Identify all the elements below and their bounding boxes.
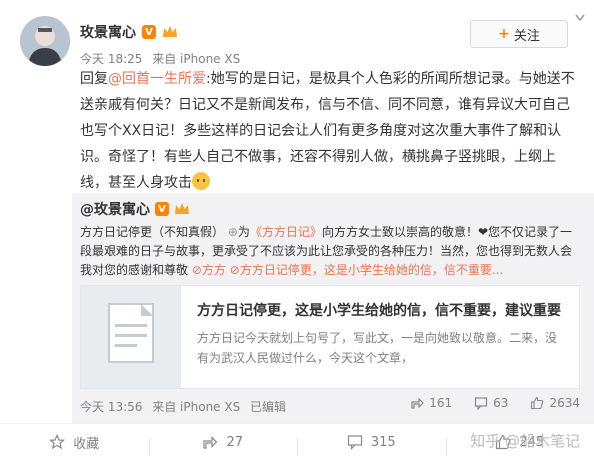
article-thumbnail (81, 286, 181, 388)
edited-label[interactable]: 已编辑 (250, 400, 286, 414)
emoji-icon (192, 172, 210, 190)
comment-icon (474, 396, 488, 410)
repost-block: @玫景寓心 V 方方日记停更（不知真假） ⊕为《方方日记》向方方女士致以崇高的敬… (72, 193, 594, 423)
username[interactable]: 玫景寓心 (80, 22, 136, 42)
repost-text-part: 方方日记停更（不知真假） (80, 225, 225, 239)
chevron-down-icon[interactable] (575, 14, 585, 22)
post-author[interactable]: 玫景寓心 V (80, 22, 178, 42)
follow-button[interactable]: + 关注 (470, 20, 568, 48)
post-meta: 今天 18:25 来自 iPhone XS (80, 50, 240, 67)
share-icon (410, 396, 425, 410)
post-body: :她写的是日记，是极具个人色彩的所闻所想记录。与她送不送亲戚有何关？日记又不是新… (80, 71, 575, 191)
repost-username[interactable]: @玫景寓心 (80, 199, 150, 219)
reply-prefix: 回复 (80, 71, 108, 87)
article-description: 方方日记今天就划上句号了，写此文，一是向她致以敬意。二来，没有为武汉人民做过什么… (197, 331, 558, 365)
article-card[interactable]: 方方日记停更，这是小学生给她的信，信不重要，建议重要 方方日记今天就划上句号了，… (80, 285, 580, 389)
follow-label: 关注 (513, 28, 540, 44)
like-icon (530, 396, 544, 410)
mention-link[interactable]: @回首一生所爱 (108, 71, 206, 87)
repost-meta: 今天 13:56 来自 iPhone XS 已编辑 (80, 398, 286, 415)
comment-button[interactable]: 315 (297, 434, 446, 456)
favorite-label: 收藏 (73, 436, 100, 452)
verified-icon: V (155, 202, 169, 216)
like-count: 2634 (549, 396, 580, 410)
share-button[interactable]: 27 (148, 434, 298, 456)
link-icon: ⊘ (191, 263, 202, 277)
avatar[interactable] (20, 16, 70, 66)
member-crown-icon (174, 202, 190, 216)
comment-count: 315 (370, 434, 396, 450)
repost-like-stat[interactable]: 2634 (530, 396, 580, 410)
share-count: 161 (429, 396, 453, 410)
repost-comment-stat[interactable]: 63 (474, 396, 508, 410)
link-icon: ⊘ (229, 263, 240, 277)
share-icon (202, 434, 218, 450)
comment-icon (347, 434, 363, 450)
share-count: 27 (226, 434, 244, 450)
plus-icon: + (498, 26, 510, 42)
post-source: 来自 iPhone XS (152, 52, 241, 66)
author-link[interactable]: 方方 (202, 263, 226, 277)
post-time[interactable]: 今天 18:25 (80, 52, 142, 66)
verified-icon: V (142, 25, 156, 39)
topic-tag[interactable]: 《方方日记》 (250, 225, 322, 239)
repost-share-stat[interactable]: 161 (410, 396, 452, 410)
repost-text: 方方日记停更（不知真假） ⊕为《方方日记》向方方女士致以崇高的敬意！❤您不仅记录… (80, 223, 580, 280)
repost-time[interactable]: 今天 13:56 (80, 400, 142, 414)
favorite-button[interactable]: 收藏 (0, 433, 149, 452)
watermark: 知乎 @船木笔记 (470, 432, 580, 450)
star-icon (49, 434, 66, 450)
repost-author[interactable]: @玫景寓心 V (80, 199, 190, 219)
link-icon: ⊕ (227, 225, 238, 239)
article-title[interactable]: 方方日记停更，这是小学生给她的信，信不重要，建议重要 (197, 300, 561, 320)
post-text: 回复@回首一生所爱:她写的是日记，是极具个人色彩的所闻所想记录。与她送不送亲戚有… (80, 66, 578, 196)
repost-source: 来自 iPhone XS (152, 400, 241, 414)
repost-stats: 161 63 2634 (410, 396, 580, 410)
member-crown-icon (162, 25, 178, 39)
repost-text-part: 为 (237, 225, 250, 239)
comment-count: 63 (493, 396, 509, 410)
article-link[interactable]: 方方日记停更，这是小学生给她的信，信不重要... (240, 263, 503, 277)
